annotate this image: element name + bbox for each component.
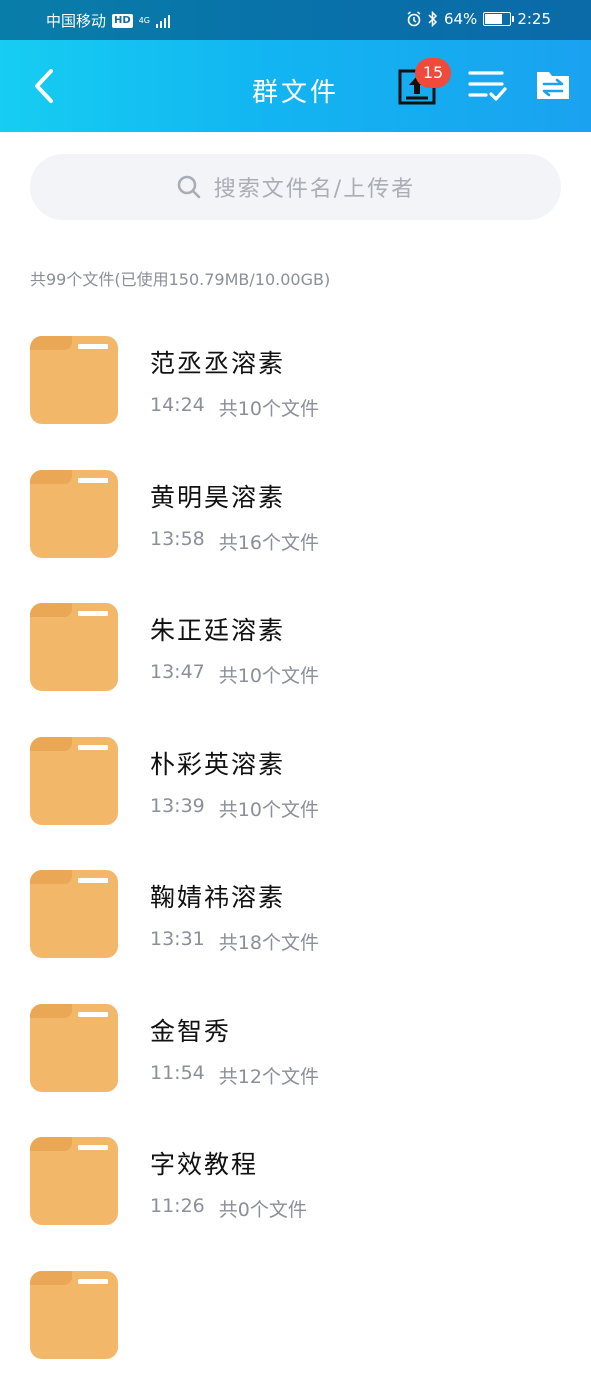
folder-name: 朴彩英溶素 [150, 750, 286, 779]
checklist-icon [468, 71, 507, 101]
folder-icon [30, 1271, 118, 1359]
hd-badge: HD [112, 13, 133, 28]
search-placeholder: 搜索文件名/上传者 [213, 177, 416, 202]
multiselect-button[interactable] [462, 60, 512, 110]
folder-meta: 13:39 共10个文件 [150, 795, 319, 822]
list-item[interactable]: 范丞丞溶素 14:24 共10个文件 [0, 330, 591, 450]
folder-count: 共10个文件 [218, 398, 319, 420]
folder-icon [30, 603, 118, 691]
folder-icon [30, 737, 118, 825]
folder-count: 共16个文件 [218, 532, 319, 554]
folder-name: 鞠婧祎溶素 [150, 883, 286, 912]
folder-name: 范丞丞溶素 [150, 349, 286, 378]
folder-meta: 14:24 共10个文件 [150, 394, 319, 421]
battery-percent: 64% [443, 10, 478, 28]
folder-icon [30, 870, 118, 958]
search-icon [177, 175, 201, 199]
folder-time: 13:39 [150, 795, 205, 817]
storage-summary: 共99个文件(已使用150.79MB/10.00GB) [30, 270, 331, 289]
folder-icon [30, 470, 118, 558]
upload-count-badge: 15 [415, 58, 451, 88]
folder-time: 13:58 [150, 528, 205, 550]
status-right: 64% 2:25 [406, 10, 551, 28]
folder-count: 共0个文件 [218, 1199, 307, 1221]
bluetooth-icon [428, 11, 438, 27]
folder-time: 11:54 [150, 1062, 205, 1084]
list-item[interactable]: 字效教程 11:26 共0个文件 [0, 1131, 591, 1251]
folder-meta: 11:26 共0个文件 [150, 1195, 307, 1222]
folder-time: 13:31 [150, 928, 205, 950]
list-item[interactable]: 朱正廷溶素 13:47 共10个文件 [0, 597, 591, 717]
status-bar: 中国移动 HD 4G 64% 2:25 [0, 0, 591, 40]
folder-meta: 13:31 共18个文件 [150, 928, 319, 955]
folder-icon [30, 1137, 118, 1225]
alarm-icon [407, 11, 421, 27]
folder-count: 共18个文件 [218, 932, 319, 954]
folder-name: 朱正廷溶素 [150, 616, 286, 645]
folder-icon [30, 336, 118, 424]
signal-icon [155, 14, 170, 28]
folder-name: 金智秀 [150, 1017, 232, 1046]
navigation-bar: 群文件 15 [0, 40, 591, 132]
folder-name: 字效教程 [150, 1150, 259, 1179]
list-item[interactable]: 黄明昊溶素 13:58 共16个文件 [0, 464, 591, 584]
folder-time: 13:47 [150, 661, 205, 683]
status-left: 中国移动 HD 4G [46, 10, 170, 31]
network-type: 4G [138, 15, 150, 25]
battery-icon [483, 12, 515, 26]
list-item-partial[interactable] [0, 1265, 591, 1385]
folder-time: 11:26 [150, 1195, 205, 1217]
folder-name: 黄明昊溶素 [150, 483, 286, 512]
folder-meta: 13:47 共10个文件 [150, 661, 319, 688]
folder-meta: 11:54 共12个文件 [150, 1062, 319, 1089]
folder-transfer-icon [537, 72, 569, 99]
list-item[interactable]: 鞠婧祎溶素 13:31 共18个文件 [0, 864, 591, 984]
list-item[interactable]: 金智秀 11:54 共12个文件 [0, 998, 591, 1118]
folder-icon [30, 1004, 118, 1092]
folder-count: 共10个文件 [218, 799, 319, 821]
clock: 2:25 [517, 10, 551, 28]
search-input[interactable]: 搜索文件名/上传者 [30, 154, 561, 220]
folder-meta: 13:58 共16个文件 [150, 528, 319, 555]
folder-time: 14:24 [150, 394, 205, 416]
carrier-label: 中国移动 [46, 12, 107, 30]
list-item[interactable]: 朴彩英溶素 13:39 共10个文件 [0, 731, 591, 851]
app-header: 中国移动 HD 4G 64% 2:25 群文件 15 [0, 0, 591, 132]
folder-count: 共10个文件 [218, 665, 319, 687]
transfer-button[interactable] [528, 60, 578, 110]
folder-count: 共12个文件 [218, 1066, 319, 1088]
